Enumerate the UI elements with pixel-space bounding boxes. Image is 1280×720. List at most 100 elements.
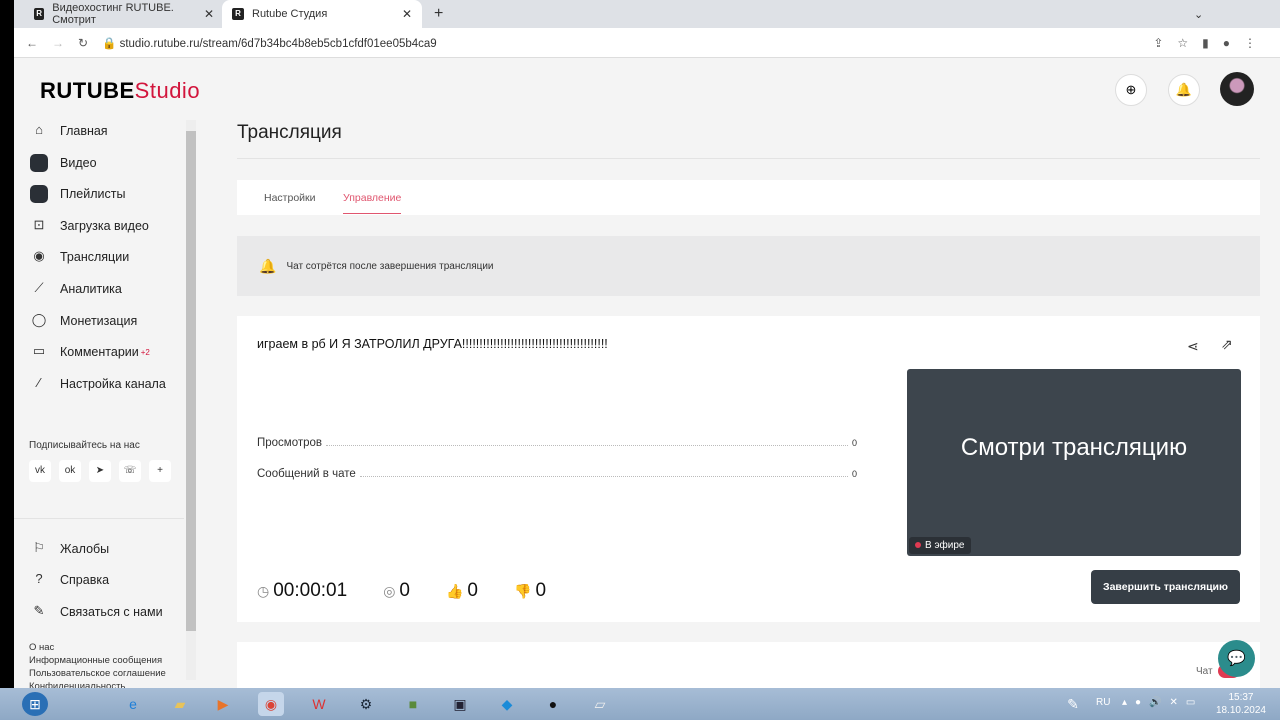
explorer-icon[interactable]: ▰ <box>167 692 193 716</box>
media-player-icon[interactable]: ▶ <box>210 692 236 716</box>
tab-control[interactable]: Управление <box>343 192 402 214</box>
tray-icons[interactable]: ▴●🔊✕▭ <box>1122 697 1203 708</box>
vk-icon[interactable]: vk <box>29 460 51 482</box>
footer-link[interactable]: Конфиденциальность <box>29 681 125 688</box>
help-icon: ? <box>35 571 43 586</box>
sidebar-item-help[interactable]: ? Справка <box>30 571 109 589</box>
ok-icon[interactable]: ok <box>59 460 81 482</box>
pen-tablet-icon[interactable]: ✎ <box>1060 692 1086 716</box>
coin-icon: ◯ <box>31 312 47 327</box>
support-chat-button[interactable]: 💬 <box>1218 640 1255 677</box>
sidebar-item-monetization[interactable]: ◯ Монетизация <box>30 312 138 330</box>
footer-link[interactable]: Информационные сообщения <box>29 655 162 666</box>
pen-icon: ✎ <box>33 603 45 618</box>
stream-preview[interactable]: Смотри трансляцию В эфире <box>907 369 1241 556</box>
rutube-favicon: R <box>232 8 244 20</box>
obs-icon[interactable]: ● <box>540 692 566 716</box>
analytics-icon: ⟋ <box>34 280 44 295</box>
rutube-favicon: R <box>34 8 45 20</box>
viber-icon[interactable]: ☏ <box>119 460 141 482</box>
page-title: Трансляция <box>237 122 342 143</box>
sidebar-item-playlists[interactable]: Плейлисты <box>30 185 125 203</box>
telegram-icon[interactable]: ➤ <box>89 460 111 482</box>
date: 18.10.2024 <box>1215 705 1266 716</box>
sidebar-item-label: Монетизация <box>60 314 138 328</box>
ie-icon[interactable]: e <box>120 692 146 716</box>
sidebar-divider <box>14 518 184 519</box>
sidebar-item-complaints[interactable]: ⚐ Жалобы <box>30 540 109 558</box>
add-content-icon[interactable]: ⊕ <box>1115 74 1147 106</box>
tab-settings[interactable]: Настройки <box>264 192 316 204</box>
back-icon[interactable]: ← <box>26 36 38 50</box>
url-field[interactable]: 🔒 studio.rutube.ru/stream/6d7b34bc4b8eb5… <box>102 36 437 50</box>
url-text: studio.rutube.ru/stream/6d7b34bc4b8eb5cb… <box>119 37 437 50</box>
wand-icon: ⁄ <box>37 375 41 390</box>
browser-tab-rutube[interactable]: R Видеохостинг RUTUBE. Смотрит ✕ <box>24 0 224 28</box>
sidebar-item-label: Главная <box>60 124 108 138</box>
browser-toolbar-icons[interactable]: ⇪☆▮●⋮ <box>1153 36 1270 50</box>
preview-text: Смотри трансляцию <box>960 434 1188 461</box>
app-icon[interactable]: ◆ <box>494 692 520 716</box>
share-icon[interactable]: ⋖ <box>1187 338 1199 355</box>
bell-icon[interactable]: 🔔 <box>1168 74 1200 106</box>
sidebar-item-label: Связаться с нами <box>60 605 163 619</box>
tab-bar: R Видеохостинг RUTUBE. Смотрит ✕ R Rutube С… <box>14 0 1280 28</box>
sidebar-item-channel-settings[interactable]: ⁄ Настройка канала <box>30 375 166 393</box>
sidebar-item-home[interactable]: ⌂ Главная <box>30 122 108 140</box>
studio-page: RUTUBEStudio ⊕ 🔔 ⌂ Главная Видео Плейлист… <box>14 58 1280 702</box>
stat-value: 0 <box>851 438 857 448</box>
sidebar-scrollbar-thumb[interactable] <box>186 131 196 631</box>
stream-metrics: ◷ 00:00:01 ◎ 0 👍 0 👎 0 <box>257 580 546 602</box>
start-button[interactable]: ⊞ <box>22 692 48 716</box>
chrome-icon[interactable]: ◉ <box>258 692 284 716</box>
close-icon[interactable]: ✕ <box>402 7 412 21</box>
browser-window: R Видеохостинг RUTUBE. Смотрит ✕ R Rutube С… <box>14 0 1280 702</box>
stream-title: играем в рб И Я ЗАТРОЛИЛ ДРУГА!!!!!!!!!!… <box>257 337 608 351</box>
chat-label: Чат <box>1196 666 1213 677</box>
duration: 00:00:01 <box>273 580 348 601</box>
comment-icon: ▭ <box>32 343 46 358</box>
alert-text: Чат сотрётся после завершения трансляции <box>286 260 494 272</box>
plus-icon[interactable]: + <box>149 460 171 482</box>
sidebar-item-upload[interactable]: ⊡ Загрузка видео <box>30 217 149 235</box>
like-count: 0 <box>467 580 478 601</box>
external-link-icon[interactable]: ⇗ <box>1221 336 1233 353</box>
home-icon: ⌂ <box>35 122 43 137</box>
sidebar-item-streams[interactable]: ◉ Трансляции <box>30 248 129 266</box>
tab-title: Видеохостинг RUTUBE. Смотрит <box>52 2 174 26</box>
footer-link[interactable]: О нас <box>29 642 54 653</box>
end-stream-button[interactable]: Завершить трансляцию <box>1091 570 1240 604</box>
chevron-down-icon[interactable]: ⌄ <box>1184 0 1213 28</box>
sidebar-item-analytics[interactable]: ⟋ Аналитика <box>30 280 121 298</box>
video-icon <box>30 154 48 172</box>
language-indicator[interactable]: RU <box>1096 697 1110 708</box>
follow-label: Подписывайтесь на нас <box>29 440 140 451</box>
viewer-count: 0 <box>399 580 410 601</box>
logo-main: RUTUBE <box>40 78 135 103</box>
forward-icon[interactable]: → <box>52 36 64 50</box>
minecraft-icon[interactable]: ■ <box>400 692 426 716</box>
sidebar-item-label: Плейлисты <box>60 187 126 201</box>
comments-badge: +2 <box>140 347 150 357</box>
sidebar-item-contact[interactable]: ✎ Связаться с нами <box>30 603 163 621</box>
dislike-icon: 👎 <box>514 582 532 599</box>
steam-icon[interactable]: ⚙ <box>353 692 379 716</box>
app-icon[interactable]: ▱ <box>587 692 613 716</box>
rutube-studio-logo[interactable]: RUTUBEStudio <box>40 78 200 104</box>
close-icon[interactable]: ✕ <box>204 7 214 21</box>
wps-icon[interactable]: W <box>306 692 332 716</box>
app-icon[interactable]: ▣ <box>447 692 473 716</box>
taskbar: ⊞ e ▰ ▶ ◉ W ⚙ ■ ▣ ◆ ● ▱ ✎ RU ▴●🔊✕▭ 15:37… <box>0 688 1280 720</box>
new-tab-button[interactable]: + <box>424 0 453 28</box>
sidebar-item-video[interactable]: Видео <box>30 154 97 172</box>
browser-tab-studio[interactable]: R Rutube Студия ✕ <box>222 0 422 28</box>
reload-icon[interactable]: ↻ <box>78 36 88 50</box>
footer-link[interactable]: Пользовательское соглашение <box>29 668 166 679</box>
chat-messages-stat: Сообщений в чате 0 <box>257 468 857 480</box>
upload-icon: ⊡ <box>33 217 45 232</box>
playlist-icon <box>30 185 48 203</box>
clock[interactable]: 15:37 18.10.2024 <box>1216 691 1266 717</box>
avatar[interactable] <box>1220 72 1254 106</box>
sidebar-item-comments[interactable]: ▭ Комментарии +2 <box>30 343 150 361</box>
views-stat: Просмотров 0 <box>257 437 857 449</box>
